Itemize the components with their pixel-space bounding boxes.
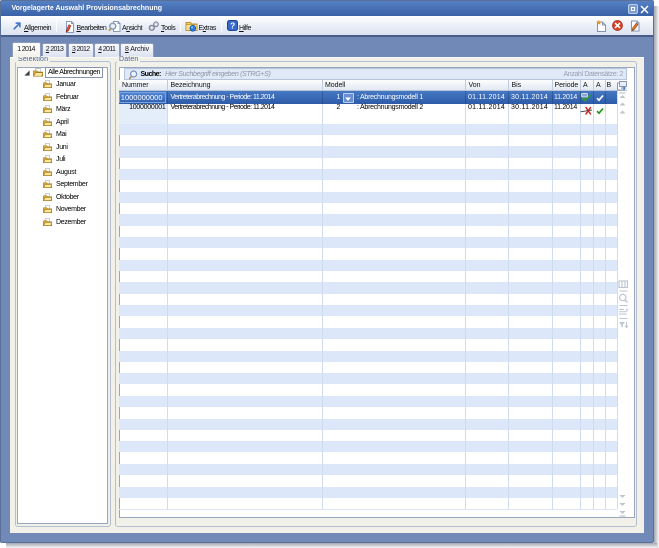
svg-text:?: ? xyxy=(230,21,235,31)
